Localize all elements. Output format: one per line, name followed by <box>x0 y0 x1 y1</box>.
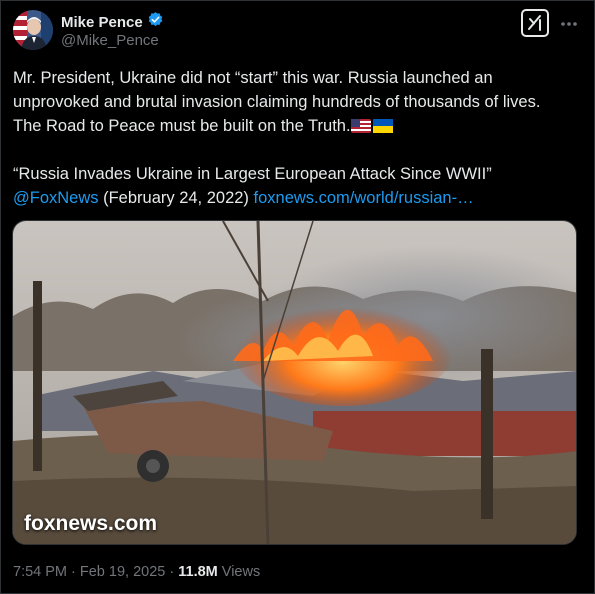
post-meta: 7:54 PM · Feb 19, 2025 · 11.8M Views <box>13 564 260 580</box>
grok-icon[interactable] <box>521 9 549 37</box>
post-line-1: Mr. President, Ukraine did not “start” t… <box>13 69 493 87</box>
avatar[interactable] <box>13 10 53 50</box>
us-flag-emoji <box>350 116 371 133</box>
verified-badge-icon <box>147 11 164 33</box>
author-handle[interactable]: @Mike_Pence <box>61 32 159 49</box>
author-row: Mike Pence <box>61 11 164 33</box>
post-image[interactable]: foxnews.com <box>12 220 577 545</box>
post-time[interactable]: 7:54 PM <box>13 564 67 580</box>
quote-headline: “Russia Invades Ukraine in Largest Europ… <box>13 165 492 183</box>
post-date[interactable]: Feb 19, 2025 <box>80 564 165 580</box>
meta-separator: · <box>67 564 80 580</box>
image-watermark: foxnews.com <box>24 512 158 535</box>
views-label: Views <box>217 564 261 580</box>
post-text: Mr. President, Ukraine did not “start” t… <box>13 66 583 210</box>
more-icon[interactable] <box>560 14 578 26</box>
views-count: 11.8M <box>178 564 218 580</box>
source-line: @FoxNews (February 24, 2022) foxnews.com… <box>13 186 583 210</box>
mention-link[interactable]: @FoxNews <box>13 189 99 207</box>
ukraine-flag-emoji <box>372 116 393 133</box>
meta-separator: · <box>165 564 179 580</box>
article-link[interactable]: foxnews.com/world/russian-… <box>254 189 474 207</box>
author-name[interactable]: Mike Pence <box>61 14 143 31</box>
source-date: (February 24, 2022) <box>98 189 254 207</box>
post-line-2: unprovoked and brutal invasion claiming … <box>13 93 541 111</box>
post-line-3: The Road to Peace must be built on the T… <box>13 117 351 135</box>
post-line-3-row: The Road to Peace must be built on the T… <box>13 114 583 138</box>
